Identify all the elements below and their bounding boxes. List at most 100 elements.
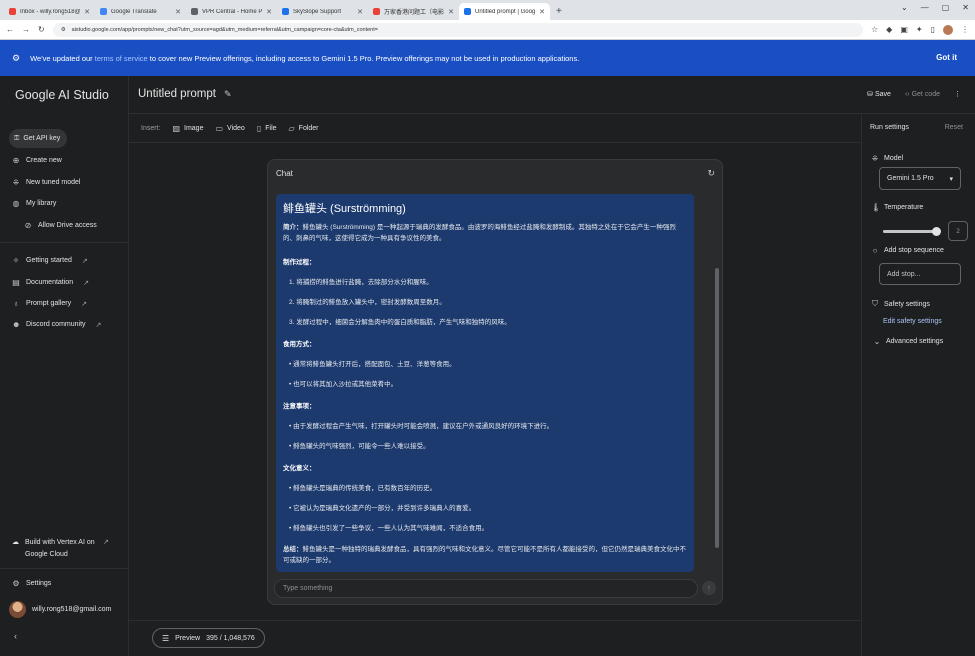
code-icon: ‹›: [904, 90, 910, 98]
extension-icon[interactable]: ▣: [900, 25, 908, 34]
insert-file-button[interactable]: ▯ File: [257, 124, 277, 133]
model-select[interactable]: Gemini 1.5 Pro ▾: [879, 167, 961, 190]
advanced-settings-toggle[interactable]: ⌄ Advanced settings: [873, 337, 944, 346]
video-icon: ▭: [215, 123, 224, 133]
list-item: • 也可以将其加入沙拉或其他菜肴中。: [289, 381, 398, 388]
gmail-icon: [9, 8, 16, 15]
edit-pencil-icon[interactable]: ✎: [224, 89, 232, 100]
sidebar-item-settings[interactable]: ⚙ Settings: [12, 579, 51, 588]
send-arrow-icon: ↑: [707, 584, 711, 592]
tune-icon: ⚙: [12, 52, 21, 63]
sidepanel-icon[interactable]: ▯: [931, 25, 935, 34]
got-it-button[interactable]: Got it: [936, 53, 957, 62]
temperature-input[interactable]: 2: [948, 221, 968, 241]
list-icon: ☰: [162, 633, 170, 643]
insert-video-button[interactable]: ▭ Video: [215, 124, 244, 133]
vertex-ai-link[interactable]: ☁ Build with Vertex AI on Google Cloud ↗: [12, 537, 122, 561]
close-icon[interactable]: ✕: [357, 8, 363, 16]
insert-label: Insert:: [141, 124, 161, 132]
plus-circle-icon: ⊕: [12, 156, 20, 165]
close-icon[interactable]: ✕: [266, 8, 272, 16]
slider-fill: [883, 230, 936, 233]
file-icon: ▯: [256, 123, 262, 133]
insert-folder-button[interactable]: ▱ Folder: [289, 124, 319, 133]
menu-kebab-icon[interactable]: ⋮: [961, 25, 969, 34]
profile-avatar[interactable]: [943, 24, 953, 35]
preview-button[interactable]: ☰ Preview 395 / 1,048,576: [152, 628, 265, 648]
more-options-icon[interactable]: ⋮: [954, 90, 961, 98]
close-icon[interactable]: ✕: [175, 8, 181, 16]
sidebar: Google AI Studio ⚿ Get API key ⊕ Create ne…: [0, 76, 129, 656]
sidebar-item-new-tuned-model[interactable]: ⁜ New tuned model: [12, 178, 81, 187]
refresh-icon[interactable]: ↻: [707, 168, 715, 179]
response-title: 鲱鱼罐头 (Surströmming): [283, 203, 406, 215]
school-icon: ✧: [12, 256, 20, 265]
tune-icon: ⁜: [871, 154, 879, 163]
ai-studio-icon: [464, 8, 471, 15]
get-code-button[interactable]: ‹› Get code: [905, 91, 940, 98]
folder-icon: ▱: [288, 123, 295, 133]
insert-image-button[interactable]: ▨ Image: [172, 124, 203, 133]
response-summary: 总结：鲱鱼罐头是一种独特的瑞典发酵食品，具有强烈的气味和文化意义。尽管它可能不是…: [283, 546, 686, 564]
chat-scrollbar[interactable]: [715, 190, 719, 570]
run-settings-panel: Run settings Reset ⁜ Model Gemini 1.5 Pro…: [861, 114, 975, 656]
forward-icon[interactable]: →: [22, 25, 30, 34]
tab-search-icon[interactable]: ⌄: [901, 3, 908, 12]
browser-tab-active[interactable]: Untitled prompt | Google AI St✕: [459, 3, 550, 20]
header-actions: ⛁ Save ‹› Get code ⋮: [867, 90, 961, 99]
new-tab-button[interactable]: +: [550, 3, 568, 20]
list-item: • 通常将鲱鱼罐头打开后，搭配面包、土豆、洋葱等食用。: [289, 361, 456, 368]
maximize-icon[interactable]: ▢: [942, 3, 950, 12]
token-count: 395 / 1,048,576: [206, 634, 255, 642]
chevron-down-icon: ⌄: [873, 337, 881, 346]
sidebar-item-allow-drive[interactable]: ⊘ Allow Drive access: [24, 221, 97, 230]
close-icon[interactable]: ✕: [84, 8, 90, 16]
url-field[interactable]: ⚙ aistudio.google.com/app/prompts/new_ch…: [52, 22, 863, 37]
browser-tab[interactable]: SkySlope Support ✕: [277, 3, 368, 20]
bookmark-star-icon[interactable]: ☆: [871, 25, 878, 34]
safety-settings-label: ⛉ Safety settings: [872, 299, 930, 308]
browser-tab[interactable]: Inbox - willy.rong518@gmail.c✕: [4, 3, 95, 20]
get-api-key-button[interactable]: ⚿ Get API key: [9, 129, 67, 148]
sidebar-item-my-library[interactable]: ◍ My library: [12, 199, 57, 208]
reset-button[interactable]: Reset: [945, 124, 963, 131]
shield-icon: ⛉: [872, 299, 878, 308]
edit-safety-settings-link[interactable]: Edit safety settings: [883, 318, 942, 325]
sidebar-item-discord[interactable]: ☻ Discord community ↗: [12, 320, 101, 329]
scrollbar-thumb[interactable]: [715, 268, 719, 548]
terms-link[interactable]: terms of service: [95, 54, 148, 63]
sidebar-item-getting-started[interactable]: ✧ Getting started ↗: [12, 256, 88, 265]
puzzle-icon[interactable]: ✦: [916, 25, 923, 34]
reload-icon[interactable]: ↻: [38, 25, 45, 34]
collapse-sidebar-icon[interactable]: ‹: [14, 631, 17, 641]
temperature-label: 🌡 Temperature: [871, 203, 924, 212]
sidebar-item-create-new[interactable]: ⊕ Create new: [12, 156, 62, 165]
temperature-slider[interactable]: [883, 227, 941, 236]
browser-tab[interactable]: Google Translate ✕: [95, 3, 186, 20]
sidebar-item-prompt-gallery[interactable]: ♁ Prompt gallery ↗: [12, 299, 87, 308]
list-item: 2. 将腌制过的鲱鱼放入罐头中，密封发酵数周至数月。: [289, 299, 446, 306]
user-account[interactable]: willy.rong518@gmail.com: [9, 601, 111, 618]
cloud-icon: ☁: [12, 539, 19, 546]
bottom-bar: ☰ Preview 395 / 1,048,576: [129, 620, 861, 656]
send-button[interactable]: ↑: [702, 581, 716, 595]
close-window-icon[interactable]: ✕: [962, 3, 969, 12]
extension-icon[interactable]: ◆: [886, 25, 892, 34]
library-icon: ◍: [12, 199, 20, 208]
close-icon[interactable]: ✕: [448, 8, 454, 16]
chat-input[interactable]: Type something: [274, 579, 698, 598]
site-info-icon[interactable]: ⚙: [61, 27, 66, 33]
open-external-icon: ↗: [103, 539, 109, 546]
browser-tab[interactable]: 万家香港问题工（电影宿）✕: [368, 3, 459, 20]
slider-handle[interactable]: [932, 227, 941, 236]
window-controls: ⌄ — ▢ ✕: [901, 3, 969, 12]
minimize-icon[interactable]: —: [921, 3, 929, 12]
avatar: [9, 601, 26, 618]
save-button[interactable]: ⛁ Save: [867, 90, 891, 98]
thermometer-icon: 🌡: [871, 203, 882, 212]
sidebar-item-documentation[interactable]: ▤ Documentation ↗: [12, 278, 89, 287]
close-icon[interactable]: ✕: [539, 8, 545, 16]
browser-tab[interactable]: VPR Central - Home Page✕: [186, 3, 277, 20]
back-icon[interactable]: ←: [6, 25, 14, 34]
stop-sequence-input[interactable]: Add stop...: [879, 263, 961, 285]
